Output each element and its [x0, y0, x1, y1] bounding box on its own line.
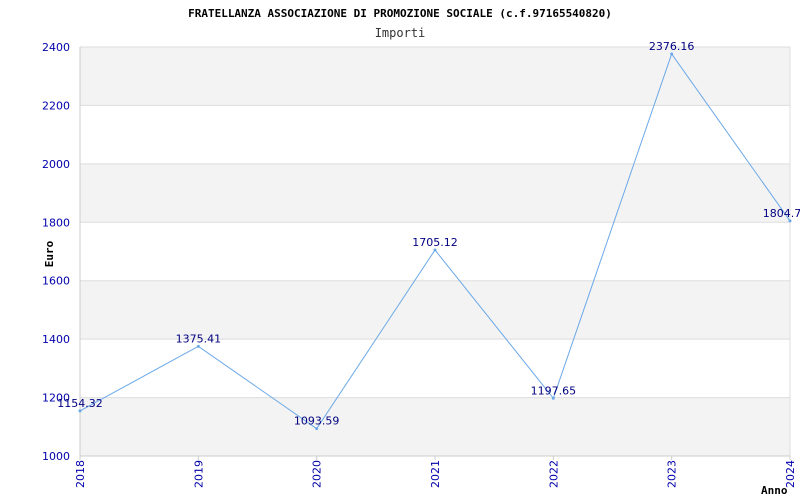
- chart-subtitle: Importi: [375, 26, 426, 40]
- background-band: [80, 397, 790, 456]
- data-label: 2376.16: [649, 40, 695, 53]
- y-tick-label: 2200: [42, 99, 70, 112]
- y-tick-label: 2400: [42, 41, 70, 54]
- background-band: [80, 47, 790, 106]
- y-tick-label: 1000: [42, 450, 70, 463]
- background-band: [80, 105, 790, 164]
- chart-title: FRATELLANZA ASSOCIAZIONE DI PROMOZIONE S…: [188, 7, 612, 20]
- x-axis-title: Anno: [761, 484, 788, 497]
- background-band: [80, 339, 790, 398]
- x-tick-label: 2023: [666, 460, 679, 488]
- y-axis-title: Euro: [43, 240, 56, 267]
- data-label: 1093.59: [294, 415, 340, 428]
- x-tick-label: 2021: [429, 460, 442, 488]
- data-label: 1197.65: [531, 384, 577, 397]
- x-tick-label: 2022: [547, 460, 560, 488]
- line-chart: 10001200140016001800200022002400 2018 201…: [42, 7, 800, 497]
- background-band: [80, 280, 790, 340]
- data-label: 1804.7: [763, 207, 800, 220]
- data-label: 1705.12: [412, 236, 458, 249]
- data-label: 1154.32: [57, 397, 103, 410]
- background-band: [80, 163, 790, 223]
- y-tick-label: 2000: [42, 158, 70, 171]
- x-tick-label: 2018: [74, 460, 87, 488]
- x-tick-label: 2019: [192, 460, 205, 488]
- y-tick-label: 1800: [42, 216, 70, 229]
- y-tick-label: 1400: [42, 333, 70, 346]
- x-tick-labels: 2018 2019 2020 2021 2022 2023 2024: [74, 456, 797, 488]
- data-label: 1375.41: [176, 332, 222, 345]
- x-tick-label: 2020: [311, 460, 324, 488]
- y-tick-label: 1600: [42, 275, 70, 288]
